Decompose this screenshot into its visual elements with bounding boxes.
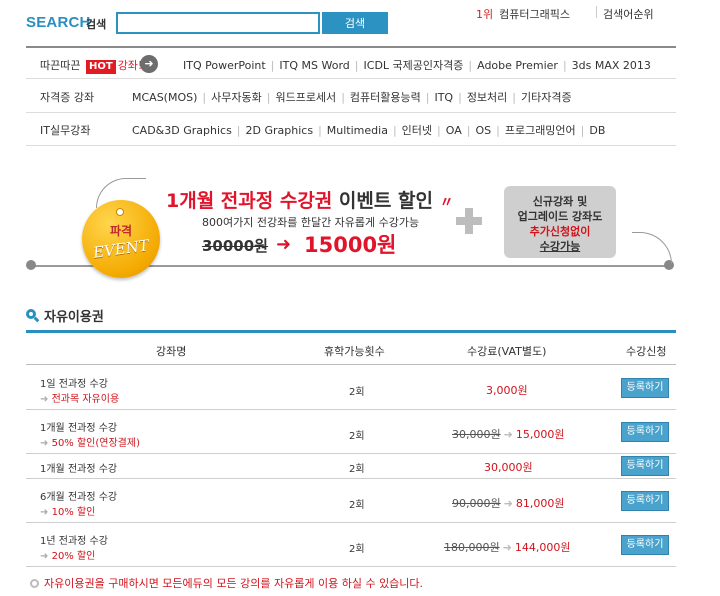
register-button[interactable]: 등록하기 bbox=[621, 491, 669, 511]
nav-link[interactable]: DB bbox=[589, 124, 605, 137]
search-bar: SEARCH 검색 검색 bbox=[26, 11, 686, 35]
nav-link[interactable]: ICDL 국제공인자격증 bbox=[364, 57, 464, 73]
course-name: 1개월 전과정 수강 bbox=[40, 423, 118, 434]
nav-link[interactable]: 워드프로세서 bbox=[275, 89, 336, 105]
register-button[interactable]: 등록하기 bbox=[621, 422, 669, 442]
course-name: 1일 전과정 수강 bbox=[40, 379, 108, 390]
nav-link[interactable]: ITQ bbox=[434, 91, 453, 104]
decorative-string bbox=[632, 232, 672, 264]
plus-icon bbox=[456, 208, 482, 234]
course-name: 1개월 전과정 수강 bbox=[40, 464, 118, 475]
course-note: ➜ 10% 할인 bbox=[40, 507, 96, 518]
event-tag-icon: 파격 EVENT bbox=[82, 200, 160, 278]
course-note: ➜ 전과목 자유이용 bbox=[40, 394, 120, 405]
nav-certificate-row: 자격증 강좌 MCAS(MOS) | 사무자동화 | 워드프로세서 | 컴퓨터활용능력 | IT… bbox=[26, 80, 676, 113]
nav-link[interactable]: 인터넷 bbox=[402, 122, 432, 138]
course-note: ➜ 50% 할인(연장결제) bbox=[40, 438, 140, 449]
search-button[interactable]: 검색 bbox=[322, 12, 388, 34]
nav-link[interactable]: OA bbox=[446, 124, 462, 137]
nav-link[interactable]: 컴퓨터활용능력 bbox=[350, 89, 421, 105]
course-price: 180,000원 ➜ 144,000원 bbox=[444, 541, 571, 554]
footnote: 자유이용권을 구매하시면 모든에듀의 모든 강의를 자유롭게 이용 하실 수 있… bbox=[30, 575, 423, 591]
leave-count: 2회 bbox=[349, 431, 365, 442]
arrow-right-icon[interactable]: ➜ bbox=[140, 55, 158, 73]
table-row: 1개월 전과정 수강 ➜ 50% 할인(연장결제) 2회 30,000원 ➜ 15,… bbox=[26, 410, 676, 454]
sparkle-icon: 〃 bbox=[439, 195, 454, 211]
course-name: 6개월 전과정 수강 bbox=[40, 492, 118, 503]
divider bbox=[596, 6, 597, 18]
table-row: 1개월 전과정 수강 2회 30,000원 등록하기 bbox=[26, 454, 676, 479]
course-price: 90,000원 ➜ 81,000원 bbox=[452, 497, 565, 510]
promo-side-box: 신규강좌 및 업그레이드 강좌도 추가신청없이 수강가능 bbox=[504, 186, 616, 258]
leave-count: 2회 bbox=[349, 500, 365, 511]
column-header: 수강신청 bbox=[626, 345, 667, 358]
rank-number: 1위 bbox=[476, 8, 494, 21]
section-title: 자유이용권 bbox=[44, 310, 104, 325]
arrow-right-icon: ➜ bbox=[276, 234, 292, 255]
promo-subtitle: 800여가지 전강좌를 한달간 자유롭게 수강가능 bbox=[202, 216, 420, 229]
nav-link[interactable]: CAD&3D Graphics bbox=[132, 124, 232, 137]
column-header: 수강료(VAT별도) bbox=[467, 345, 547, 358]
register-button[interactable]: 등록하기 bbox=[621, 456, 669, 476]
nav-it-links: CAD&3D Graphics | 2D Graphics | Multimedia | 인… bbox=[132, 122, 606, 138]
nav-link[interactable]: 2D Graphics bbox=[246, 124, 314, 137]
search-input[interactable] bbox=[116, 12, 320, 34]
promo-title: 1개월 전과정 수강권 이벤트 할인 〃 bbox=[166, 190, 454, 212]
course-price: 30,000원 bbox=[484, 461, 533, 474]
nav-link[interactable]: ITQ PowerPoint bbox=[183, 59, 266, 72]
nav-link[interactable]: Adobe Premier bbox=[477, 59, 558, 72]
table-header: 강좌명 휴학가능횟수 수강료(VAT별도) 수강신청 bbox=[26, 333, 676, 365]
magnifier-icon bbox=[26, 309, 40, 323]
search-ranking[interactable]: 1위 컴퓨터그래픽스 bbox=[476, 6, 570, 22]
event-banner[interactable]: 파격 EVENT 1개월 전과정 수강권 이벤트 할인 〃 800여가지 전강좌… bbox=[26, 170, 676, 280]
ranking-link[interactable]: 검색어순위 bbox=[603, 6, 654, 22]
nav-it-row: IT실무강좌 CAD&3D Graphics | 2D Graphics | Multi… bbox=[26, 113, 676, 146]
nav-it-heading: IT실무강좌 bbox=[40, 124, 91, 137]
search-label: SEARCH bbox=[26, 14, 91, 31]
nav-hot-heading: 따끈따끈 HOT 강좌! bbox=[40, 59, 143, 74]
table-row: 1년 전과정 수강 ➜ 20% 할인 2회 180,000원 ➜ 144,000원 … bbox=[26, 523, 676, 567]
nav-link[interactable]: 프로그래밍언어 bbox=[505, 122, 576, 138]
bullet-icon bbox=[30, 579, 39, 588]
nav-link[interactable]: MCAS(MOS) bbox=[132, 91, 197, 104]
nav-link[interactable]: OS bbox=[475, 124, 491, 137]
course-name: 1년 전과정 수강 bbox=[40, 536, 108, 547]
course-note: ➜ 20% 할인 bbox=[40, 551, 96, 562]
table-row: 1일 전과정 수강 ➜ 전과목 자유이용 2회 3,000원 등록하기 bbox=[26, 366, 676, 410]
nav-link[interactable]: 사무자동화 bbox=[211, 89, 262, 105]
nav-certificate-heading: 자격증 강좌 bbox=[40, 91, 95, 104]
nav-hot-row: 따끈따끈 HOT 강좌! ➜ ITQ PowerPoint | ITQ MS Word… bbox=[26, 46, 676, 79]
nav-certificate-links: MCAS(MOS) | 사무자동화 | 워드프로세서 | 컴퓨터활용능력 | ITQ | 정보처리 |… bbox=[132, 89, 572, 105]
nav-link[interactable]: 3ds MAX 2013 bbox=[572, 59, 651, 72]
course-price: 3,000원 bbox=[486, 384, 528, 397]
register-button[interactable]: 등록하기 bbox=[621, 378, 669, 398]
banner-dot bbox=[26, 260, 36, 270]
rank-keyword[interactable]: 컴퓨터그래픽스 bbox=[499, 8, 570, 21]
promo-old-price: 30000원 bbox=[202, 237, 268, 255]
search-label-ko: 검색 bbox=[86, 18, 107, 31]
column-header: 휴학가능횟수 bbox=[324, 345, 385, 358]
nav-link[interactable]: 기타자격증 bbox=[521, 89, 572, 105]
leave-count: 2회 bbox=[349, 544, 365, 555]
promo-new-price: 15000원 bbox=[304, 233, 397, 257]
nav-hot-links: ITQ PowerPoint | ITQ MS Word | ICDL 국제공인자격증 |… bbox=[183, 57, 651, 73]
table-row: 6개월 전과정 수강 ➜ 10% 할인 2회 90,000원 ➜ 81,000원 등… bbox=[26, 479, 676, 523]
hot-badge: HOT bbox=[85, 60, 116, 74]
nav-link[interactable]: ITQ MS Word bbox=[279, 59, 349, 72]
nav-link[interactable]: 정보처리 bbox=[467, 89, 507, 105]
course-price: 30,000원 ➜ 15,000원 bbox=[452, 428, 565, 441]
register-button[interactable]: 등록하기 bbox=[621, 535, 669, 555]
column-header: 강좌명 bbox=[156, 345, 187, 358]
leave-count: 2회 bbox=[349, 387, 365, 398]
leave-count: 2회 bbox=[349, 464, 365, 475]
nav-link[interactable]: Multimedia bbox=[327, 124, 388, 137]
